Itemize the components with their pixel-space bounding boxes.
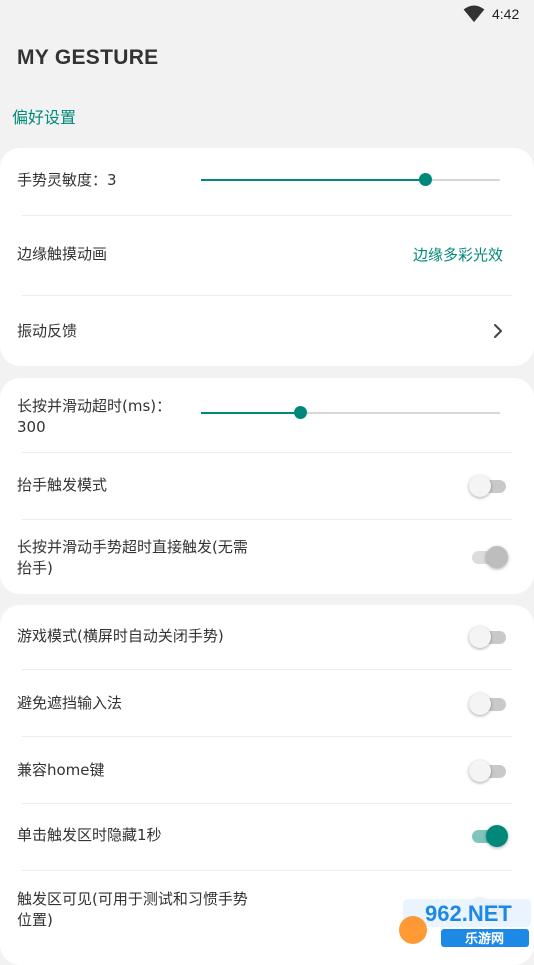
vibration-label: 振动反馈 <box>17 322 78 340</box>
label-line: 长按并滑动超时(ms)： <box>17 397 172 415</box>
status-time: 4:42 <box>492 6 520 22</box>
chevron-right-icon[interactable] <box>492 323 504 343</box>
vibration-row[interactable]: 振动反馈 <box>0 296 534 366</box>
label-line: 300 <box>17 418 46 436</box>
switch-knob <box>486 546 508 568</box>
slider-fill <box>201 179 425 181</box>
slider-fill <box>201 412 300 414</box>
watermark-text-top: 962.NET <box>425 901 512 926</box>
slider-thumb[interactable] <box>294 406 307 419</box>
switch-knob <box>469 760 491 782</box>
switch-knob <box>469 693 491 715</box>
avoid-ime-label: 避免遮挡输入法 <box>17 694 123 712</box>
status-bar: 4:42 <box>0 0 534 30</box>
edge-animation-label: 边缘触摸动画 <box>17 245 108 263</box>
home-compat-switch[interactable] <box>469 759 507 783</box>
hide-on-tap-label: 单击触发区时隐藏1秒 <box>17 826 162 844</box>
game-mode-switch[interactable] <box>469 625 507 649</box>
hide-on-tap-switch[interactable] <box>469 824 508 848</box>
avoid-ime-switch[interactable] <box>469 692 507 716</box>
switch-knob <box>469 626 491 648</box>
hide-on-tap-row[interactable]: 单击触发区时隐藏1秒 <box>0 804 534 870</box>
visible-area-label: 触发区可见(可用于测试和习惯手势 位置) <box>17 889 248 931</box>
settings-card-1: 手势灵敏度：3 边缘触摸动画 边缘多彩光效 振动反馈 <box>0 148 534 366</box>
sensitivity-label: 手势灵敏度：3 <box>17 171 117 189</box>
long-press-timeout-slider[interactable] <box>201 403 500 423</box>
switch-knob <box>469 475 491 497</box>
direct-trigger-label: 长按并滑动手势超时直接触发(无需 抬手) <box>17 537 248 579</box>
watermark-text-bottom: 乐游网 <box>465 931 504 947</box>
watermark-logo: 962.NET 乐游网 <box>395 895 534 949</box>
edge-animation-value[interactable]: 边缘多彩光效 <box>413 244 503 265</box>
edge-animation-row[interactable]: 边缘触摸动画 边缘多彩光效 <box>0 216 534 295</box>
wifi-icon <box>463 5 485 27</box>
slider-thumb[interactable] <box>419 173 432 186</box>
label-line: 位置) <box>17 911 53 929</box>
direct-trigger-row[interactable]: 长按并滑动手势超时直接触发(无需 抬手) <box>0 520 534 594</box>
page-title: MY GESTURE <box>17 46 159 69</box>
long-press-timeout-row: 长按并滑动超时(ms)： 300 <box>0 378 534 451</box>
home-compat-row[interactable]: 兼容home键 <box>0 737 534 803</box>
long-press-timeout-label: 长按并滑动超时(ms)： 300 <box>17 396 171 438</box>
label-line: 抬手) <box>17 559 53 577</box>
home-compat-label: 兼容home键 <box>17 761 105 779</box>
label-line: 触发区可见(可用于测试和习惯手势 <box>17 890 248 908</box>
settings-card-2: 长按并滑动超时(ms)： 300 抬手触发模式 长按并滑动手势超时直接触发(无需… <box>0 378 534 594</box>
sensitivity-slider[interactable] <box>201 170 500 190</box>
section-label-preferences: 偏好设置 <box>12 108 77 127</box>
lift-trigger-switch[interactable] <box>469 474 507 498</box>
game-mode-label: 游戏模式(横屏时自动关闭手势) <box>17 627 224 645</box>
sensitivity-row: 手势灵敏度：3 <box>0 148 534 215</box>
avoid-ime-row[interactable]: 避免遮挡输入法 <box>0 670 534 736</box>
lift-trigger-label: 抬手触发模式 <box>17 476 108 494</box>
game-mode-row[interactable]: 游戏模式(横屏时自动关闭手势) <box>0 605 534 669</box>
switch-knob <box>486 825 508 847</box>
lift-trigger-row[interactable]: 抬手触发模式 <box>0 453 534 519</box>
direct-trigger-switch[interactable] <box>469 545 508 569</box>
label-line: 长按并滑动手势超时直接触发(无需 <box>17 538 248 556</box>
